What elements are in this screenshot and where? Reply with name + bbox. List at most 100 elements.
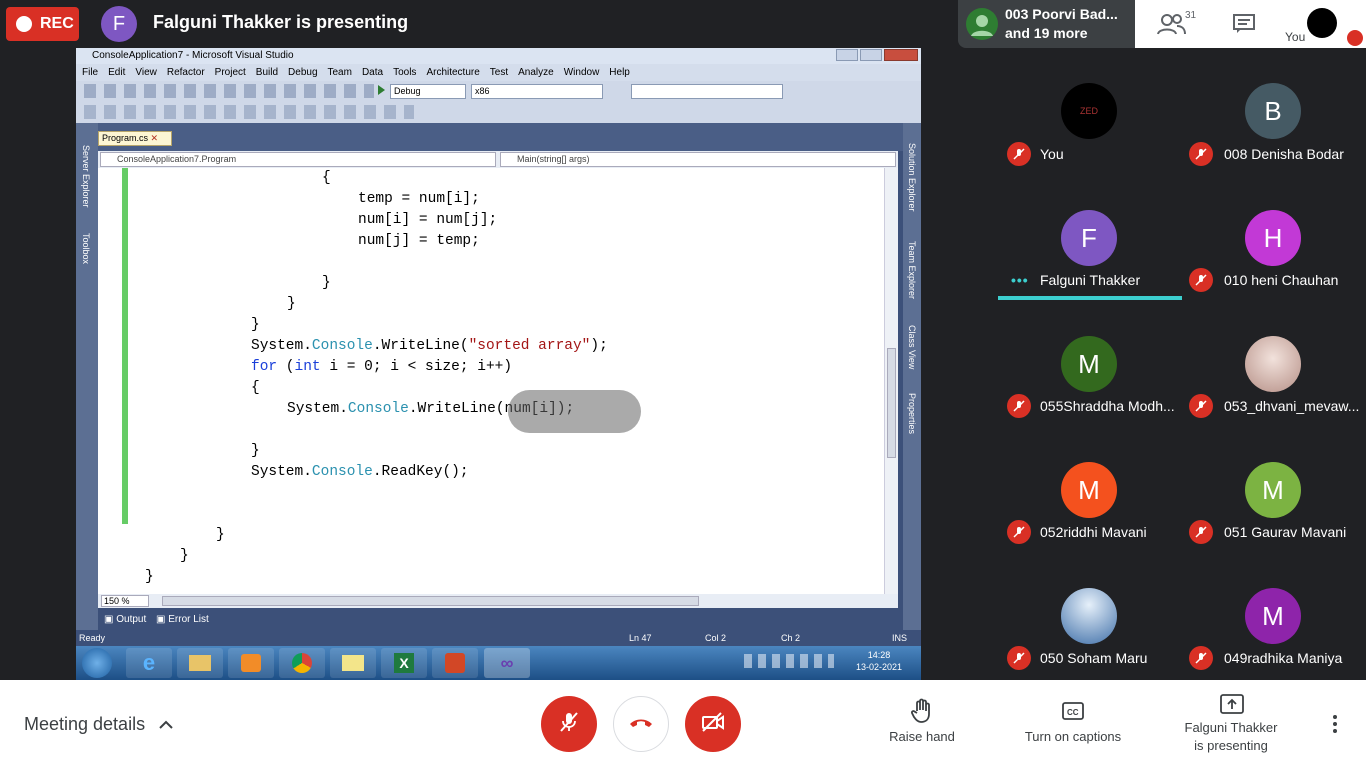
windows-taskbar: e X ∞ 14:28 13-02-2021	[76, 646, 921, 680]
participant-avatar: M	[1245, 588, 1301, 644]
participant-tile[interactable]: 053_dhvani_mevaw...	[1182, 300, 1366, 426]
vs-menu-bar: File Edit View Refactor Project Build De…	[76, 64, 921, 81]
screenshare-overlay-controls[interactable]	[508, 390, 641, 433]
mic-off-icon	[1007, 142, 1031, 166]
properties-tab: Properties	[907, 393, 917, 435]
menu-view: View	[135, 67, 157, 78]
menu-analyze: Analyze	[518, 67, 554, 78]
self-label: You	[1285, 30, 1306, 44]
leave-call-button[interactable]	[613, 696, 669, 752]
mic-off-icon	[1189, 394, 1213, 418]
menu-edit: Edit	[108, 67, 126, 78]
menu-file: File	[82, 67, 99, 78]
participant-name: 008 Denisha Bodar	[1224, 146, 1344, 162]
scroll-thumb[interactable]	[887, 348, 896, 458]
participants-grid: ZED You B 008 Denisha Bodar F ••• Falgun…	[998, 48, 1366, 680]
participant-tile[interactable]: M 052riddhi Mavani	[998, 426, 1182, 552]
participant-avatar: M	[1245, 462, 1301, 518]
presenter-title: Falguni Thakker is presenting	[153, 12, 409, 32]
mic-off-icon	[1007, 646, 1031, 670]
captions-label: Turn on captions	[1024, 729, 1122, 744]
chevron-up-icon	[159, 714, 173, 735]
mic-off-icon	[1189, 520, 1213, 544]
code-line: }	[145, 569, 154, 585]
window-buttons	[836, 49, 918, 62]
top-participant-name: 003 Poorvi Bad...	[1005, 6, 1118, 22]
shared-screen: ConsoleApplication7 - Microsoft Visual S…	[76, 48, 921, 680]
record-icon	[16, 16, 32, 32]
participant-tile[interactable]: B 008 Denisha Bodar	[1182, 48, 1366, 174]
find-combo	[631, 84, 783, 99]
toolbar-icons-row2	[84, 105, 414, 119]
participant-tile[interactable]: M 055Shraddha Modh...	[998, 300, 1182, 426]
hscroll-thumb[interactable]	[162, 596, 699, 606]
participant-name: 010 heni Chauhan	[1224, 272, 1339, 288]
code-line: num[i] = num[j];	[358, 212, 498, 228]
presenting-label-2: is presenting	[1194, 738, 1268, 753]
status-ins: INS	[892, 633, 908, 643]
status-line: Ln 47	[629, 633, 652, 643]
meeting-details-button[interactable]: Meeting details	[24, 714, 173, 735]
bottom-control-bar: Meeting details Raise hand CC Turn on ca…	[0, 680, 1366, 768]
participant-tile[interactable]: M 051 Gaurav Mavani	[1182, 426, 1366, 552]
output-tab[interactable]: ▣ Output	[104, 614, 146, 625]
participant-name: 052riddhi Mavani	[1040, 524, 1147, 540]
participant-tile[interactable]: H 010 heni Chauhan	[1182, 174, 1366, 300]
captions-button[interactable]: CC Turn on captions	[1012, 702, 1134, 758]
horizontal-scroll-bar: 150 %	[98, 594, 898, 608]
participant-tile-active[interactable]: F ••• Falguni Thakker	[998, 174, 1182, 300]
participant-avatar: B	[1245, 83, 1301, 139]
participant-photo-avatar	[1245, 336, 1301, 392]
more-options-icon[interactable]	[1328, 714, 1342, 734]
self-avatar[interactable]	[1307, 8, 1337, 38]
code-line: {	[251, 380, 260, 396]
status-col: Col 2	[705, 633, 727, 643]
powerpoint-icon	[432, 648, 478, 678]
participant-avatar	[966, 8, 998, 40]
hang-up-icon	[628, 715, 654, 734]
class-view-tab: Class View	[907, 325, 917, 370]
participant-name: 051 Gaurav Mavani	[1224, 524, 1347, 540]
code-line: }	[251, 317, 260, 333]
tab-label: Program.cs	[102, 133, 149, 143]
vs-toolbar: Debug x86	[76, 81, 921, 123]
rec-label: REC	[40, 15, 74, 32]
error-list-label: Error List	[168, 614, 209, 625]
vs-title-bar: ConsoleApplication7 - Microsoft Visual S…	[76, 48, 921, 64]
code-line: for (int i = 0; i < size; i++)	[251, 359, 513, 375]
left-tool-strip: Server Explorer Toolbox	[76, 123, 98, 643]
presenting-button[interactable]: Falguni Thakker is presenting	[1168, 694, 1294, 760]
people-icon[interactable]	[1157, 12, 1187, 41]
raise-hand-label: Raise hand	[889, 729, 955, 744]
chat-icon[interactable]	[1233, 14, 1255, 39]
presenter-avatar: F	[101, 6, 137, 42]
error-list-tab[interactable]: ▣ Error List	[156, 614, 209, 625]
camera-off-icon	[701, 711, 725, 738]
camera-toggle-button[interactable]	[685, 696, 741, 752]
code-line: {	[322, 170, 331, 186]
mic-toggle-button[interactable]	[541, 696, 597, 752]
participant-avatar: ZED	[1061, 83, 1117, 139]
menu-data: Data	[361, 67, 384, 78]
raise-hand-button[interactable]: Raise hand	[880, 698, 964, 758]
notes-icon	[330, 648, 376, 678]
top-controls: 31 You	[1135, 0, 1366, 48]
zoom-combo[interactable]: 150 %	[101, 595, 149, 607]
code-line: }	[251, 443, 260, 459]
participant-tile[interactable]: 050 Soham Maru	[998, 552, 1182, 678]
start-button-icon	[82, 648, 112, 678]
team-explorer-tab: Team Explorer	[907, 241, 917, 300]
presenting-label-1: Falguni Thakker	[1184, 720, 1278, 735]
participant-tile[interactable]: ZED You	[998, 48, 1182, 174]
status-ch: Ch 2	[781, 633, 801, 643]
code-line: System.Console.WriteLine("sorted array")…	[251, 338, 608, 354]
menu-debug: Debug	[288, 67, 318, 78]
code-line: num[j] = temp;	[358, 233, 480, 249]
participant-photo-avatar	[1061, 588, 1117, 644]
toolbox-tab: Toolbox	[81, 233, 91, 265]
vertical-scrollbar[interactable]	[884, 168, 898, 594]
hand-icon	[910, 698, 934, 729]
self-mic-off-icon	[1347, 30, 1363, 46]
change-margin	[122, 168, 128, 524]
participant-tile[interactable]: M 049radhika Maniya	[1182, 552, 1366, 678]
